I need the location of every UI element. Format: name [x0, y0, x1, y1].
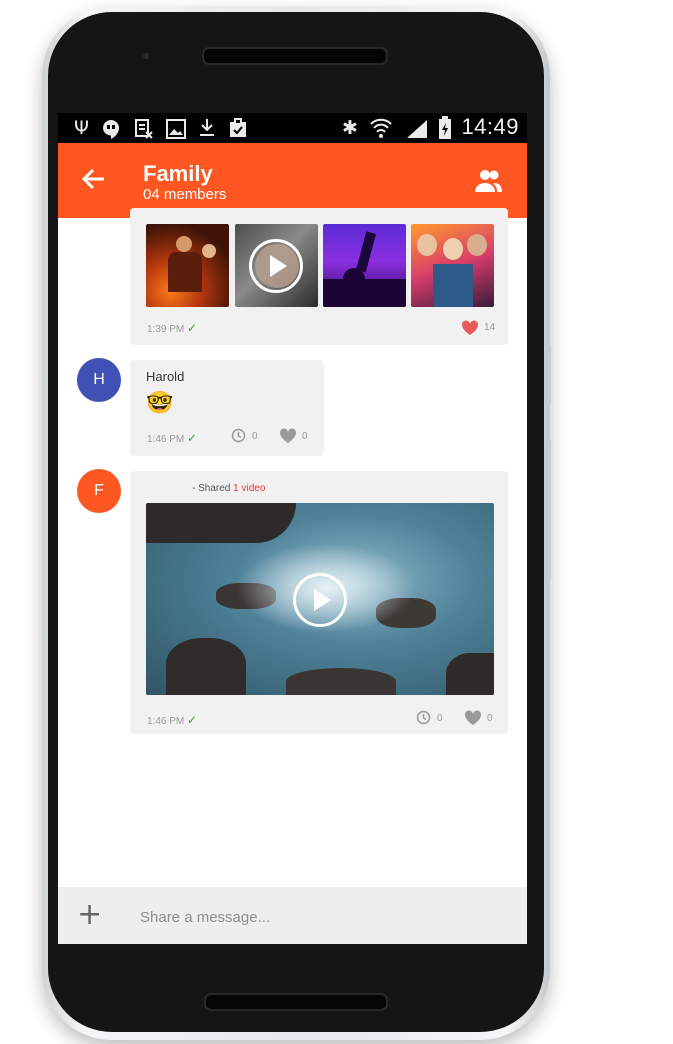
volume-button	[547, 440, 551, 580]
app-bar: Family 04 members	[58, 143, 527, 218]
clock: 14:49	[461, 114, 519, 139]
clipboard-icon	[230, 118, 246, 137]
front-camera	[143, 53, 149, 59]
avatar[interactable]: F	[77, 469, 121, 513]
gallery-icon	[166, 119, 186, 139]
sent-check-icon: ✓	[187, 321, 198, 335]
message-time: 1:46 PM ✓	[147, 431, 198, 445]
sent-check-icon: ✓	[187, 713, 198, 727]
friends-party-photo[interactable]	[411, 224, 494, 307]
view-count: 0	[252, 431, 258, 442]
status-bar: Ψ ✱ 14:49	[58, 113, 527, 143]
emoji-message: 🤓	[146, 391, 174, 416]
plus-icon[interactable]: +	[77, 900, 102, 930]
wifi-icon	[370, 118, 392, 138]
message-time: 1:39 PM ✓	[147, 321, 198, 335]
hangouts-icon	[103, 120, 119, 139]
play-icon[interactable]	[293, 573, 347, 627]
heart-icon[interactable]	[279, 428, 297, 444]
signal-icon	[407, 120, 427, 138]
sent-check-icon: ✓	[187, 431, 198, 445]
screen: Ψ ✱ 14:49 Family 04 members 1:39 PM ✓ 14…	[58, 113, 527, 944]
heart-icon[interactable]	[464, 710, 482, 726]
party-bar-photo[interactable]	[146, 224, 229, 307]
view-count: 0	[437, 713, 443, 724]
concert-crowd-photo[interactable]	[323, 224, 406, 307]
download-icon	[200, 119, 214, 136]
clock-icon	[416, 710, 431, 725]
like-count: 0	[302, 431, 308, 442]
battery-icon	[439, 116, 451, 139]
bluetooth-icon: ✱	[342, 117, 358, 139]
message-time: 1:46 PM ✓	[147, 713, 198, 727]
shared-label: - Shared 1 video	[192, 483, 266, 494]
member-count: 04 members	[143, 186, 227, 203]
chat-title: Family	[143, 161, 213, 186]
message-composer: +	[58, 887, 527, 944]
video-selfie-photo[interactable]	[235, 224, 318, 307]
arrow-back-icon[interactable]	[80, 165, 108, 193]
sender-name: Harold	[146, 369, 185, 384]
group-icon[interactable]	[473, 168, 503, 194]
top-speaker	[202, 47, 388, 65]
play-icon[interactable]	[249, 239, 303, 293]
no-sim-icon	[135, 119, 153, 139]
like-count: 14	[484, 322, 496, 333]
message-input[interactable]	[138, 901, 512, 933]
usb-icon: Ψ	[74, 117, 89, 139]
avatar[interactable]: H	[77, 358, 121, 402]
bottom-speaker	[204, 993, 388, 1011]
heart-icon[interactable]	[461, 320, 479, 336]
power-button	[547, 345, 551, 405]
clock-icon	[231, 428, 246, 443]
like-count: 0	[487, 713, 493, 724]
shared-count: 1 video	[233, 483, 266, 494]
